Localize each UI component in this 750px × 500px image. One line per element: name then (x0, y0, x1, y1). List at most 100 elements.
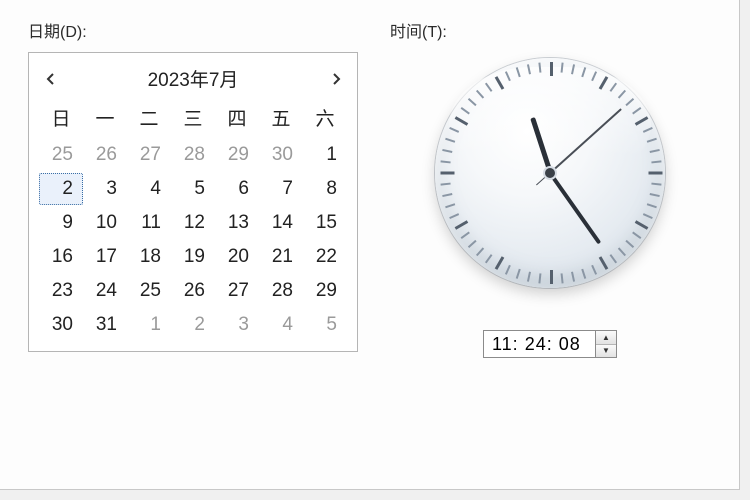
calendar-day-cell[interactable]: 1 (127, 309, 171, 341)
date-time-panel: 日期(D): 2023年7月 日一二三四五六252627282930123456… (0, 0, 740, 490)
calendar-day-cell[interactable]: 11 (127, 207, 171, 239)
calendar-day-cell[interactable]: 1 (303, 139, 347, 171)
calendar-day-cell[interactable]: 31 (83, 309, 127, 341)
calendar-day-cell[interactable]: 24 (83, 275, 127, 307)
calendar-day-cell[interactable]: 22 (303, 241, 347, 273)
calendar-day-cell[interactable]: 12 (171, 207, 215, 239)
clock-tick-minor (571, 64, 575, 74)
calendar-weekday-header: 六 (303, 100, 347, 137)
date-section: 日期(D): 2023年7月 日一二三四五六252627282930123456… (28, 18, 358, 352)
calendar-day-cell[interactable]: 4 (259, 309, 303, 341)
calendar-day-cell[interactable]: 29 (215, 139, 259, 171)
calendar-day-cell[interactable]: 4 (127, 173, 171, 205)
clock-tick-minor (581, 67, 586, 77)
clock-tick-minor (527, 272, 531, 282)
clock-tick-minor (527, 64, 531, 74)
second-hand (549, 108, 621, 173)
clock-tick-minor (643, 213, 653, 219)
calendar-day-cell[interactable]: 25 (39, 139, 83, 171)
clock-tick-minor (591, 71, 597, 81)
clock-tick-minor (442, 149, 452, 153)
calendar-day-cell[interactable]: 2 (171, 309, 215, 341)
calendar-day-cell[interactable]: 19 (171, 241, 215, 273)
clock-tick-minor (468, 98, 477, 106)
hour-hand (530, 117, 553, 174)
calendar-day-cell[interactable]: 27 (127, 139, 171, 171)
time-down-button[interactable]: ▼ (596, 345, 616, 358)
clock-wrap: ▲ ▼ (390, 52, 710, 358)
calendar-day-cell[interactable]: 30 (39, 309, 83, 341)
clock-tick-minor (461, 232, 470, 239)
chevron-down-icon: ▼ (602, 346, 610, 355)
calendar-day-cell[interactable]: 28 (259, 275, 303, 307)
calendar-day-cell[interactable]: 18 (127, 241, 171, 273)
clock-tick-major (599, 76, 609, 90)
calendar: 2023年7月 日一二三四五六2526272829301234567891011… (28, 52, 358, 352)
calendar-day-cell[interactable]: 29 (303, 275, 347, 307)
calendar-day-cell[interactable]: 28 (171, 139, 215, 171)
chevron-right-icon (332, 73, 341, 85)
calendar-day-cell[interactable]: 23 (39, 275, 83, 307)
next-month-button[interactable] (327, 70, 345, 88)
clock-tick-minor (647, 203, 657, 208)
calendar-day-cell[interactable]: 2 (39, 173, 83, 205)
calendar-day-cell[interactable]: 10 (83, 207, 127, 239)
clock-tick-minor (650, 149, 660, 153)
calendar-day-cell[interactable]: 21 (259, 241, 303, 273)
clock-tick-minor (441, 160, 451, 163)
clock-tick-minor (625, 98, 634, 106)
calendar-day-cell[interactable]: 20 (215, 241, 259, 273)
calendar-day-cell[interactable]: 14 (259, 207, 303, 239)
clock-tick-minor (610, 83, 617, 92)
calendar-day-cell[interactable]: 9 (39, 207, 83, 239)
clock-tick-minor (651, 183, 661, 186)
clock-pin (545, 168, 555, 178)
clock-tick-minor (650, 193, 660, 197)
calendar-weekday-header: 一 (83, 100, 127, 137)
clock-tick-minor (591, 265, 597, 275)
calendar-day-cell[interactable]: 17 (83, 241, 127, 273)
clock-tick-minor (538, 273, 541, 283)
calendar-weekday-header: 三 (171, 100, 215, 137)
calendar-day-cell[interactable]: 7 (259, 173, 303, 205)
date-label: 日期(D): (28, 18, 358, 42)
clock-tick-minor (476, 90, 484, 99)
calendar-day-cell[interactable]: 15 (303, 207, 347, 239)
calendar-day-cell[interactable]: 5 (303, 309, 347, 341)
clock-tick-minor (449, 127, 459, 133)
calendar-day-cell[interactable]: 8 (303, 173, 347, 205)
calendar-day-cell[interactable]: 26 (171, 275, 215, 307)
analog-clock (435, 58, 665, 288)
calendar-day-cell[interactable]: 27 (215, 275, 259, 307)
clock-tick-minor (468, 240, 477, 248)
clock-tick-minor (485, 83, 492, 92)
calendar-day-cell[interactable]: 16 (39, 241, 83, 273)
calendar-day-cell[interactable]: 3 (215, 309, 259, 341)
prev-month-button[interactable] (41, 70, 59, 88)
clock-tick-minor (651, 160, 661, 163)
clock-tick-minor (441, 183, 451, 186)
calendar-day-cell[interactable]: 3 (83, 173, 127, 205)
clock-tick-major (550, 270, 553, 284)
calendar-day-cell[interactable]: 5 (171, 173, 215, 205)
clock-tick-minor (618, 247, 626, 256)
calendar-day-cell[interactable]: 6 (215, 173, 259, 205)
clock-tick-minor (632, 107, 641, 114)
time-label: 时间(T): (390, 18, 710, 42)
clock-tick-minor (561, 273, 564, 283)
time-input[interactable] (483, 330, 595, 358)
clock-tick-major (441, 172, 455, 175)
clock-tick-minor (571, 272, 575, 282)
calendar-grid: 日一二三四五六252627282930123456789101112131415… (39, 100, 347, 341)
clock-tick-minor (442, 193, 452, 197)
time-up-button[interactable]: ▲ (596, 331, 616, 345)
calendar-day-cell[interactable]: 26 (83, 139, 127, 171)
calendar-title[interactable]: 2023年7月 (148, 65, 239, 92)
calendar-day-cell[interactable]: 25 (127, 275, 171, 307)
clock-tick-minor (445, 203, 455, 208)
calendar-day-cell[interactable]: 30 (259, 139, 303, 171)
clock-tick-major (599, 256, 609, 270)
clock-tick-minor (516, 269, 521, 279)
calendar-day-cell[interactable]: 13 (215, 207, 259, 239)
clock-tick-minor (445, 138, 455, 143)
